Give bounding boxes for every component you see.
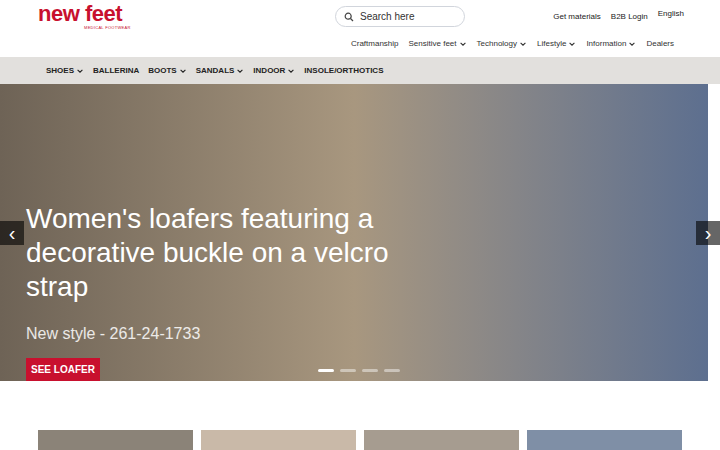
carousel-dot[interactable]	[318, 369, 334, 372]
carousel-dots	[318, 369, 400, 372]
chevron-down-icon	[236, 67, 244, 75]
chevron-down-icon	[287, 67, 295, 75]
main-nav-label[interactable]: SANDALS	[196, 65, 235, 77]
top-link[interactable]: Get materials	[553, 11, 601, 23]
carousel-dot[interactable]	[340, 369, 356, 372]
secondary-nav-label[interactable]: Technology	[477, 38, 517, 50]
main-nav-label[interactable]: BOOTS	[148, 65, 176, 77]
logo-name[interactable]: new feet	[38, 3, 335, 25]
top-link[interactable]: English	[658, 8, 684, 20]
main-nav-item[interactable]: BOOTS	[148, 65, 186, 77]
main-nav-label[interactable]: INSOLE/ORTHOTICS	[304, 65, 383, 77]
category-card[interactable]	[38, 430, 193, 450]
hero-banner: Women's loafers featuring a decorative b…	[0, 84, 708, 381]
secondary-nav-label[interactable]: Lifestyle	[537, 38, 566, 50]
chevron-down-icon	[76, 67, 84, 75]
category-card[interactable]	[527, 430, 682, 450]
search-icon	[344, 12, 354, 22]
chevron-down-icon	[568, 40, 576, 48]
main-nav-label[interactable]: BALLERINA	[93, 65, 139, 77]
main-nav-item[interactable]: SHOES	[46, 65, 84, 77]
main-nav-item[interactable]: BALLERINA	[93, 65, 139, 77]
logo-tagline: MEDICAL FOOTWEAR	[38, 26, 335, 30]
carousel-dot[interactable]	[384, 369, 400, 372]
prev-arrow[interactable]: ‹	[0, 221, 24, 245]
secondary-nav-label[interactable]: Sensitive feet	[409, 38, 457, 50]
secondary-nav-item[interactable]: Information	[586, 38, 636, 50]
main-nav: SHOES BALLERINA BOOTS SANDALS INDOOR INSOLE/O…	[0, 57, 720, 84]
main-nav-item[interactable]: SANDALS	[196, 65, 245, 77]
search-input[interactable]	[360, 9, 456, 24]
chevron-down-icon	[519, 40, 527, 48]
main-nav-label[interactable]: SHOES	[46, 65, 74, 77]
chevron-down-icon	[459, 40, 467, 48]
hero-subtitle: New style - 261-24-1733	[26, 322, 200, 346]
chevron-down-icon	[628, 40, 636, 48]
main-nav-item[interactable]: INDOOR	[253, 65, 295, 77]
see-loafer-button[interactable]: SEE LOAFER	[26, 358, 100, 381]
secondary-nav-label[interactable]: Craftmanship	[351, 38, 399, 50]
carousel-dot[interactable]	[362, 369, 378, 372]
header: new feetMEDICAL FOOTWEAR Get materials B2B…	[0, 0, 720, 57]
logo[interactable]: new feetMEDICAL FOOTWEAR	[38, 3, 335, 30]
main-nav-label[interactable]: INDOOR	[253, 65, 285, 77]
search-box[interactable]	[335, 6, 465, 27]
next-arrow[interactable]: ›	[696, 221, 720, 245]
chevron-down-icon	[179, 67, 187, 75]
category-cards	[0, 430, 720, 450]
top-link[interactable]: B2B Login	[611, 11, 648, 23]
hero-title: Women's loafers featuring a decorative b…	[26, 202, 416, 304]
secondary-nav-label[interactable]: Information	[586, 38, 626, 50]
main-nav-item[interactable]: INSOLE/ORTHOTICS	[304, 65, 383, 77]
secondary-nav-item[interactable]: Dealers	[646, 38, 674, 50]
category-card[interactable]	[201, 430, 356, 450]
secondary-nav-label[interactable]: Dealers	[646, 38, 674, 50]
secondary-nav-item[interactable]: Craftmanship	[351, 38, 399, 50]
category-card[interactable]	[364, 430, 519, 450]
secondary-nav-item[interactable]: Technology	[477, 38, 527, 50]
secondary-nav-item[interactable]: Lifestyle	[537, 38, 576, 50]
secondary-nav-item[interactable]: Sensitive feet	[409, 38, 467, 50]
